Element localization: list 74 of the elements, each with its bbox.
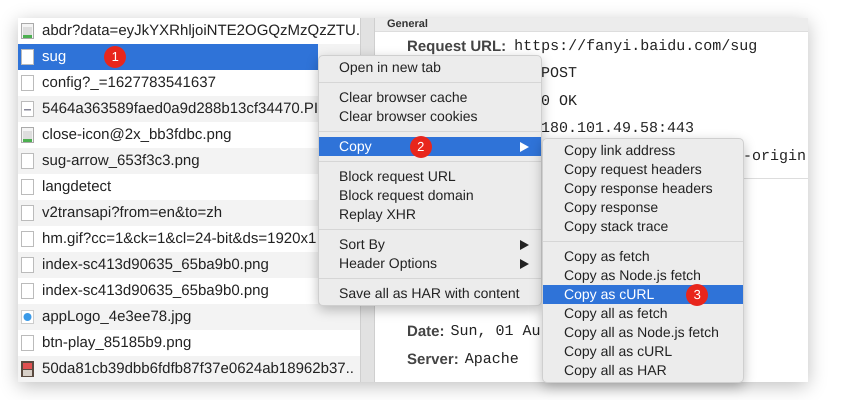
step-badge: 1 — [104, 46, 126, 68]
app-logo-icon — [21, 309, 34, 325]
menu-item[interactable]: Open in new tab — [319, 58, 541, 77]
image-file-icon — [21, 23, 34, 39]
header-label: Server: — [407, 350, 459, 370]
field-value: 0 OK — [541, 92, 578, 112]
file-icon — [21, 205, 34, 221]
menu-item[interactable]: Block request domain — [319, 186, 541, 205]
request-row[interactable]: langdetect — [18, 174, 318, 200]
request-name: close-icon@2x_bb3fdbc.png — [42, 124, 232, 145]
file-icon — [21, 153, 34, 169]
file-icon — [21, 101, 34, 117]
menu-item[interactable]: Copy as Node.js fetch — [543, 266, 743, 285]
menu-item[interactable]: Copy response headers — [543, 179, 743, 198]
menu-item[interactable]: Copy 2 — [319, 137, 541, 156]
request-row[interactable]: config?_=1627783541637 — [18, 70, 318, 96]
request-row[interactable]: btn-play_85185b9.png — [18, 330, 360, 356]
image-file-icon — [21, 127, 34, 143]
field-value: 180.101.49.58:443 — [541, 119, 694, 139]
file-icon — [21, 75, 34, 91]
header-value: Apache — [464, 350, 519, 370]
request-name: 50da81cb39dbb6fdfb87f37e0624ab18962b37.. — [42, 358, 354, 379]
step-badge: 3 — [686, 284, 708, 306]
request-name: 5464a363589faed0a9d288b13cf34470.PI — [42, 98, 318, 119]
request-row[interactable]: hm.gif?cc=1&ck=1&cl=24-bit&ds=1920x1 — [18, 226, 318, 252]
file-icon — [21, 335, 34, 351]
request-row[interactable]: abdr?data=eyJkYXRhljoiNTE2OGQzMzQzZTU. — [18, 18, 360, 44]
menu-item[interactable]: Block request URL — [319, 167, 541, 186]
file-icon — [21, 257, 34, 273]
submenu-arrow-icon — [520, 142, 529, 152]
menu-item[interactable]: Clear browser cache — [319, 88, 541, 107]
step-badge: 2 — [410, 136, 432, 158]
menu-item[interactable]: Replay XHR — [319, 205, 541, 224]
file-icon — [21, 179, 34, 195]
menu-item[interactable]: Copy link address — [543, 141, 743, 160]
menu-item[interactable]: Copy as fetch — [543, 247, 743, 266]
photo-thumbnail-icon — [21, 361, 34, 377]
request-name: index-sc413d90635_65ba9b0.png — [42, 254, 269, 275]
request-name: config?_=1627783541637 — [42, 72, 216, 93]
request-name: sug — [42, 46, 66, 67]
menu-item[interactable]: Copy all as Node.js fetch — [543, 323, 743, 342]
field-value: https://fanyi.baidu.com/sug — [514, 36, 758, 56]
request-name: langdetect — [42, 176, 112, 197]
menu-item[interactable]: Sort By — [319, 235, 541, 254]
section-header[interactable]: General — [375, 18, 808, 32]
menu-item[interactable]: Copy as cURL 3 — [543, 285, 743, 304]
menu-item[interactable]: Copy all as HAR — [543, 361, 743, 380]
file-icon — [21, 283, 34, 299]
request-name: sug-arrow_653f3c3.png — [42, 150, 200, 171]
menu-item[interactable]: Header Options — [319, 254, 541, 273]
field-value: -origin — [743, 146, 806, 166]
request-name: hm.gif?cc=1&ck=1&cl=24-bit&ds=1920x1 — [42, 228, 316, 249]
file-icon — [21, 231, 34, 247]
menu-item[interactable]: Save all as HAR with content — [319, 284, 541, 303]
general-title: General — [387, 18, 428, 32]
field-label: Request URL: — [407, 36, 506, 56]
field-value: POST — [541, 64, 578, 84]
file-icon — [21, 49, 34, 65]
request-name: appLogo_4e3ee78.jpg — [42, 306, 192, 327]
header-label: Date: — [407, 322, 445, 342]
request-name: v2transapi?from=en&to=zh — [42, 202, 222, 223]
request-name: index-sc413d90635_65ba9b0.png — [42, 280, 269, 301]
menu-item[interactable]: Copy stack trace — [543, 217, 743, 236]
request-name: abdr?data=eyJkYXRhljoiNTE2OGQzMzQzZTU. — [42, 20, 360, 41]
menu-item[interactable]: Clear browser cookies — [319, 107, 541, 126]
request-row[interactable]: index-sc413d90635_65ba9b0.png — [18, 278, 318, 304]
request-row[interactable]: sug 1 — [18, 44, 318, 70]
menu-item[interactable]: Copy all as fetch — [543, 304, 743, 323]
menu-item[interactable]: Copy all as cURL — [543, 342, 743, 361]
menu-item[interactable]: Copy request headers — [543, 160, 743, 179]
header-value: Sun, 01 Au — [450, 322, 541, 342]
request-name: btn-play_85185b9.png — [42, 332, 192, 353]
menu-item[interactable]: Copy response — [543, 198, 743, 217]
request-row[interactable]: close-icon@2x_bb3fdbc.png — [18, 122, 318, 148]
